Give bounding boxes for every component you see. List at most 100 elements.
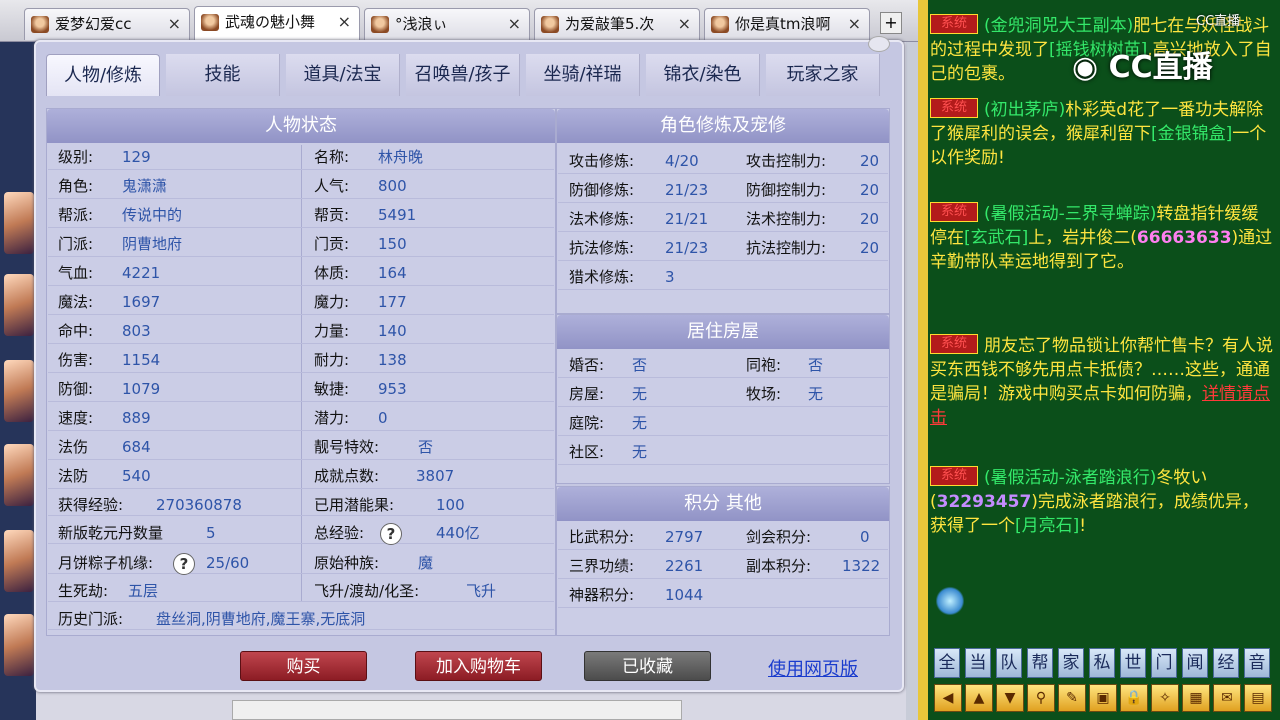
add-to-cart-button[interactable]: 加入购物车 xyxy=(415,651,542,681)
chat-channel-button[interactable]: 闻 xyxy=(1182,648,1208,678)
tab-character[interactable]: 人物/修炼 xyxy=(46,54,160,96)
tool-icon[interactable]: ⚲ xyxy=(1027,684,1055,712)
shengsijie-value: 五层 xyxy=(128,582,159,600)
stat-label: 防御: xyxy=(58,380,94,398)
stat-value: 953 xyxy=(378,380,407,398)
tab-home[interactable]: 玩家之家 xyxy=(766,54,880,96)
chat-channel-button[interactable]: 帮 xyxy=(1027,648,1053,678)
side-value: 3 xyxy=(665,268,675,286)
tab-pets[interactable]: 召唤兽/孩子 xyxy=(406,54,520,96)
chat-channel-button[interactable]: 音 xyxy=(1244,648,1270,678)
close-icon[interactable]: × xyxy=(338,7,351,37)
portrait-icon[interactable] xyxy=(4,192,34,254)
feather-icon[interactable] xyxy=(936,586,964,616)
panel-title: 角色修炼及宠修 xyxy=(557,109,889,143)
tool-icon[interactable]: ▣ xyxy=(1089,684,1117,712)
buy-button[interactable]: 购买 xyxy=(240,651,367,681)
stat-label: 命中: xyxy=(58,322,94,340)
chat-channel-button[interactable]: 世 xyxy=(1120,648,1146,678)
close-icon[interactable] xyxy=(868,36,890,52)
chat-channel-button[interactable]: 队 xyxy=(996,648,1022,678)
chat-message: 系统 (暑假活动-泳者踏浪行)冬牧い(32293457)完成泳者踏浪行，成绩优异，… xyxy=(930,466,1275,538)
tool-icon[interactable]: ✉ xyxy=(1213,684,1241,712)
stat-label: 级别: xyxy=(58,148,94,166)
tool-icon[interactable]: ✧ xyxy=(1151,684,1179,712)
browser-tab[interactable]: 你是真tm浪啊 × xyxy=(704,8,870,40)
tool-icon[interactable]: 🔒 xyxy=(1120,684,1148,712)
browser-tab-active[interactable]: 武魂の魅小舞 × xyxy=(194,6,360,42)
chat-channel-button[interactable]: 全 xyxy=(934,648,960,678)
player-id[interactable]: 32293457 xyxy=(937,492,1032,512)
chat-item-link[interactable]: [月亮石] xyxy=(1015,516,1079,536)
chat-channel-button[interactable]: 当 xyxy=(965,648,991,678)
stat-value: 684 xyxy=(122,438,151,456)
player-id[interactable]: 66663633 xyxy=(1137,228,1232,248)
favorited-button[interactable]: 已收藏 xyxy=(584,651,711,681)
stat-label: 门贡: xyxy=(314,235,350,253)
stat-value: 否 xyxy=(418,438,434,456)
close-icon[interactable]: × xyxy=(848,9,861,39)
side-value: 4/20 xyxy=(665,152,699,170)
chat-text: 朴彩英d xyxy=(1065,100,1128,120)
portrait-icon[interactable] xyxy=(4,274,34,336)
scrollbar[interactable] xyxy=(906,42,918,720)
exp-label: 获得经验: xyxy=(58,496,124,514)
side-value: 否 xyxy=(632,356,648,374)
chat-channel-button[interactable]: 门 xyxy=(1151,648,1177,678)
tab-skills[interactable]: 技能 xyxy=(166,54,280,96)
portrait-icon[interactable] xyxy=(4,444,34,506)
stat-label: 靓号特效: xyxy=(314,438,380,456)
tool-icon[interactable]: ▤ xyxy=(1244,684,1272,712)
portrait-icon[interactable] xyxy=(4,530,34,592)
chat-item-link[interactable]: [金银锦盒] xyxy=(1151,124,1232,144)
side-value: 21/21 xyxy=(665,210,709,228)
portrait-icon[interactable] xyxy=(4,614,34,676)
chat-channel-button[interactable]: 经 xyxy=(1213,648,1239,678)
side-label: 防御控制力: xyxy=(746,181,827,199)
stat-value: 803 xyxy=(122,322,151,340)
browser-tab[interactable]: 爱梦幻爱cc × xyxy=(24,8,190,40)
close-icon[interactable]: × xyxy=(678,9,691,39)
tool-icon[interactable]: ▦ xyxy=(1182,684,1210,712)
stat-value: 140 xyxy=(378,322,407,340)
chat-channel-button[interactable]: 家 xyxy=(1058,648,1084,678)
tab-mounts[interactable]: 坐骑/祥瑞 xyxy=(526,54,640,96)
side-value: 无 xyxy=(808,385,824,403)
stat-value: 4221 xyxy=(122,264,161,282)
close-icon[interactable]: × xyxy=(168,9,181,39)
logo-text: CC直播 xyxy=(1108,50,1213,85)
stat-value: 5491 xyxy=(378,206,417,224)
portrait-icon[interactable] xyxy=(4,360,34,422)
stat-label: 伤害: xyxy=(58,351,94,369)
help-icon[interactable]: ? xyxy=(173,553,195,575)
side-label: 法术修炼: xyxy=(569,210,635,228)
new-tab-button[interactable]: + xyxy=(880,12,902,34)
tool-icon[interactable]: ◀ xyxy=(934,684,962,712)
stat-value: 林舟晚 xyxy=(378,148,424,166)
tab-items[interactable]: 道具/法宝 xyxy=(286,54,400,96)
side-label: 三界功绩: xyxy=(569,557,635,575)
tab-outfits[interactable]: 锦衣/染色 xyxy=(646,54,760,96)
web-version-link[interactable]: 使用网页版 xyxy=(768,655,858,681)
tool-icon[interactable]: ✎ xyxy=(1058,684,1086,712)
side-label: 牧场: xyxy=(746,385,782,403)
tool-icon[interactable]: ▲ xyxy=(965,684,993,712)
stat-value: 177 xyxy=(378,293,407,311)
help-icon[interactable]: ? xyxy=(380,523,402,545)
stat-label: 耐力: xyxy=(314,351,350,369)
side-value: 无 xyxy=(632,385,648,403)
tool-icon[interactable]: ▼ xyxy=(996,684,1024,712)
feisheng-value: 飞升 xyxy=(466,582,497,600)
total-exp-value: 440亿 xyxy=(436,524,480,542)
stat-value: 150 xyxy=(378,235,407,253)
side-value: 20 xyxy=(860,239,880,257)
close-icon[interactable]: × xyxy=(508,9,521,39)
browser-tab[interactable]: °浅浪ぃ × xyxy=(364,8,530,40)
stat-label: 名称: xyxy=(314,148,350,166)
stat-value: 阴曹地府 xyxy=(122,235,183,253)
chat-channel-button[interactable]: 私 xyxy=(1089,648,1115,678)
browser-tab[interactable]: 为爱敲筆5.次 × xyxy=(534,8,700,40)
system-badge: 系统 xyxy=(930,98,979,118)
chat-item-link[interactable]: [玄武石] xyxy=(964,228,1028,248)
dialog-tabs: 人物/修炼 技能 道具/法宝 召唤兽/孩子 坐骑/祥瑞 锦衣/染色 玩家之家 xyxy=(46,54,890,96)
